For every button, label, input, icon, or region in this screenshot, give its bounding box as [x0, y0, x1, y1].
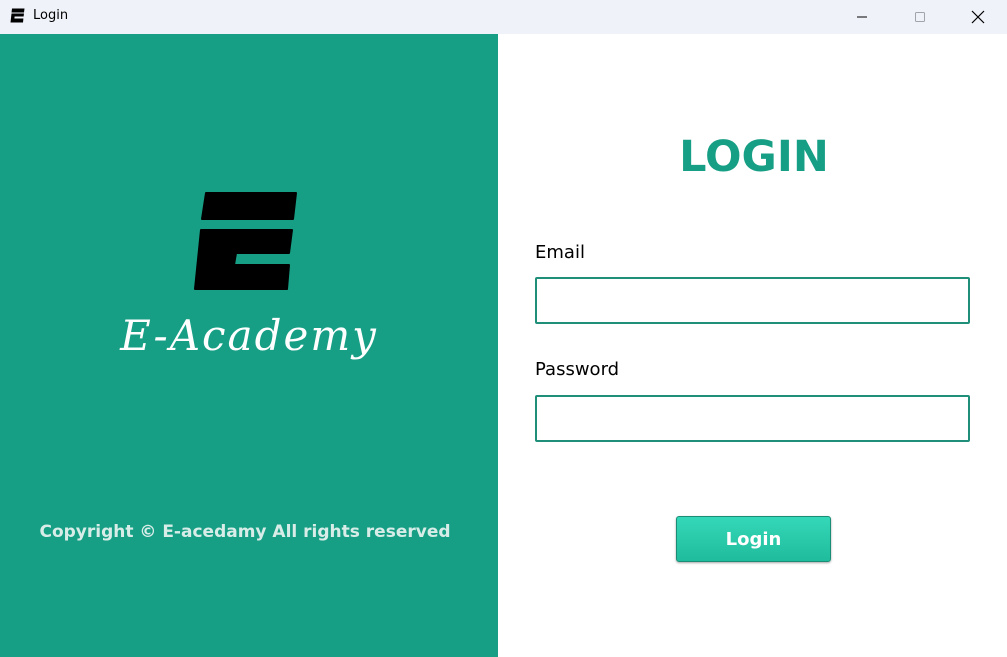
login-heading: LOGIN [679, 132, 829, 182]
minimize-icon [857, 16, 867, 18]
maximize-icon [915, 12, 925, 22]
email-input[interactable] [535, 277, 970, 324]
brand-name: E-Academy [120, 311, 378, 360]
title-bar: Login [0, 0, 1007, 34]
maximize-button[interactable] [891, 0, 949, 34]
e-letter-logo-icon [194, 192, 297, 290]
email-label: Email [535, 242, 585, 263]
copyright-text: Copyright © E-acedamy All rights reserve… [39, 522, 451, 542]
window-title: Login [33, 8, 69, 23]
login-window: Login E-Academy Copyright © E-acedamy Al… [0, 0, 1007, 657]
password-label: Password [535, 359, 620, 380]
login-form-panel: LOGIN Email Password Login [498, 34, 1007, 657]
password-input[interactable] [535, 395, 970, 442]
login-button[interactable]: Login [676, 516, 831, 562]
minimize-button[interactable] [833, 0, 891, 34]
e-academy-logo-icon [10, 8, 25, 23]
close-icon [971, 10, 985, 24]
branding-panel: E-Academy Copyright © E-acedamy All righ… [0, 34, 498, 657]
close-button[interactable] [949, 0, 1007, 34]
